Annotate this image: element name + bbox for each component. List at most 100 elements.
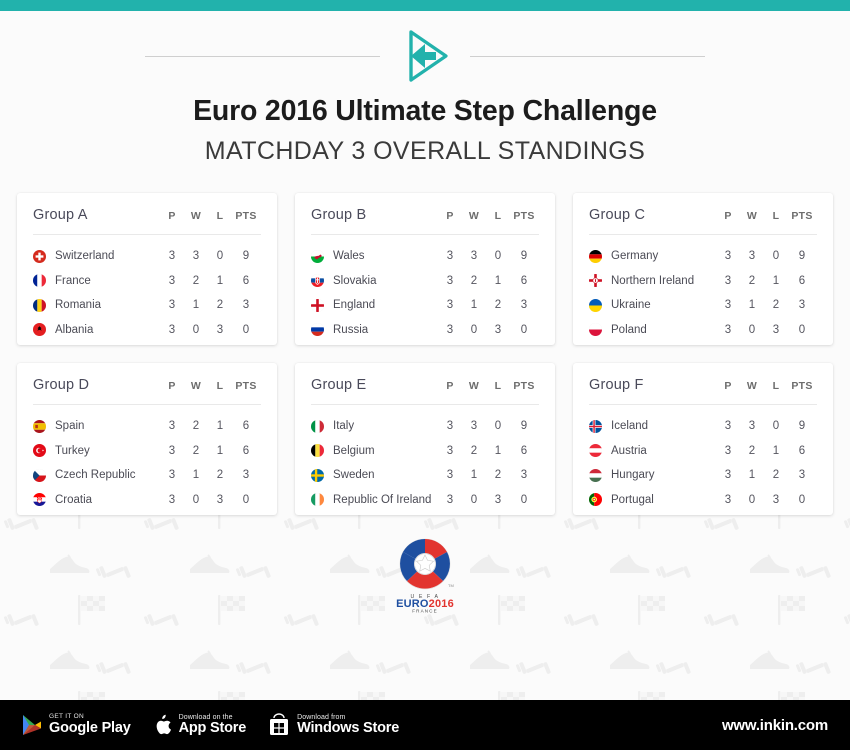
flag-icon-czech-republic [33,468,46,482]
groups-grid: Group A P W L PTS Switzerland 3 3 0 9 France 3 2 1 6 Ro… [17,193,833,515]
google-play-icon [23,715,41,735]
stat-lost: 2 [494,299,502,312]
team-name: Turkey [55,444,90,457]
group-rows: Iceland 3 3 0 9 Austria 3 2 1 6 Hungary 3 1 2 3 Portuga… [589,405,817,512]
euro-logo-country: FRANCE [412,609,438,614]
apple-icon [156,714,171,734]
group-title: Group A [33,207,88,223]
stat-points: 6 [520,444,528,457]
table-row: Switzerland 3 3 0 9 [33,244,261,269]
team-name: Belgium [333,444,375,457]
column-header-w: W [746,210,758,222]
flag-icon-turkey [33,444,46,458]
stat-lost: 3 [772,493,780,506]
windows-store-badge[interactable]: Download from Windows Store [268,713,399,737]
group-card: Group B P W L PTS Wales 3 3 0 9 Slovakia 3 2 1 6 Englan… [295,193,555,345]
stat-won: 2 [470,444,478,457]
stat-won: 3 [470,250,478,263]
google-play-badge[interactable]: GET IT ON Google Play [22,713,131,736]
group-card: Group C P W L PTS Germany 3 3 0 9 Northern Ireland… [573,193,833,345]
stat-points: 0 [520,493,528,506]
stat-won: 2 [470,274,478,287]
stat-lost: 0 [494,420,502,433]
table-row: Spain 3 2 1 6 [33,414,261,439]
table-row: Hungary 3 1 2 3 [589,463,817,488]
column-header-pts: PTS [513,210,535,222]
app-store-badges: GET IT ON Google Play Download on the Ap… [0,713,399,737]
stat-lost: 3 [494,323,502,336]
euro-logo-tm: TM [448,583,454,588]
stat-points: 6 [798,274,806,287]
group-title: Group B [311,207,367,223]
uefa-euro-2016-france-logo: TM U E F A EURO2016 FRANCE [396,538,454,614]
group-rows: Wales 3 3 0 9 Slovakia 3 2 1 6 England 3 1 2 3 Russia 3 0… [311,235,539,342]
stat-points: 3 [520,469,528,482]
stat-won: 0 [192,323,200,336]
table-row: Sweden 3 1 2 3 [311,463,539,488]
stat-lost: 1 [494,444,502,457]
group-card: Group A P W L PTS Switzerland 3 3 0 9 France 3 2 1 6 Ro… [17,193,277,345]
website-url[interactable]: www.inkin.com [722,717,850,734]
google-play-big-label: Google Play [49,719,131,736]
column-header-pts: PTS [235,210,257,222]
table-row: Russia 3 0 3 0 [311,318,539,343]
group-card-header: Group D P W L PTS [33,377,261,405]
column-header-pts: PTS [791,210,813,222]
stat-played: 3 [446,274,454,287]
stat-won: 1 [470,299,478,312]
stat-won: 0 [470,323,478,336]
stat-played: 3 [446,299,454,312]
page-subtitle: MATCHDAY 3 OVERALL STANDINGS [204,137,646,165]
team-name: Poland [611,323,647,336]
stat-points: 9 [520,250,528,263]
team-name: Sweden [333,469,375,482]
stat-played: 3 [168,469,176,482]
team-name: France [55,274,91,287]
table-row: Northern Ireland 3 2 1 6 [589,269,817,294]
footer-bar: GET IT ON Google Play Download on the Ap… [0,700,850,750]
stat-won: 0 [748,493,756,506]
stat-lost: 3 [494,493,502,506]
flag-icon-switzerland [33,249,46,263]
flag-icon-wales [311,249,324,263]
stat-lost: 0 [494,250,502,263]
stat-won: 3 [748,420,756,433]
stat-played: 3 [446,420,454,433]
column-header-l: L [494,210,502,222]
flag-icon-france [33,274,46,288]
column-header-p: P [724,380,732,392]
column-header-p: P [168,210,176,222]
stat-points: 6 [242,420,250,433]
stat-lost: 2 [772,299,780,312]
column-header-pts: PTS [513,380,535,392]
stat-lost: 2 [494,469,502,482]
stat-won: 0 [470,493,478,506]
stat-won: 1 [748,469,756,482]
stat-won: 0 [748,323,756,336]
stat-points: 0 [520,323,528,336]
column-header-p: P [168,380,176,392]
team-name: Iceland [611,420,649,433]
stat-played: 3 [724,444,732,457]
flag-icon-italy [311,419,324,433]
group-card-header: Group C P W L PTS [589,207,817,235]
team-name: Portugal [611,493,654,506]
team-name: Croatia [55,493,93,506]
stat-lost: 0 [216,250,224,263]
group-card: Group F P W L PTS Iceland 3 3 0 9 Austria 3 2 1 6 Hunga… [573,363,833,515]
stat-won: 1 [192,469,200,482]
stat-points: 0 [242,323,250,336]
table-row: France 3 2 1 6 [33,269,261,294]
page-title: Euro 2016 Ultimate Step Challenge [193,95,657,127]
app-store-badge[interactable]: Download on the App Store [153,714,246,737]
stat-points: 3 [520,299,528,312]
team-name: Slovakia [333,274,377,287]
team-name: Wales [333,250,365,263]
stat-points: 3 [242,299,250,312]
stat-points: 6 [242,274,250,287]
group-card-header: Group F P W L PTS [589,377,817,405]
stat-won: 3 [192,250,200,263]
stat-won: 2 [192,274,200,287]
euro-logo-wrap: TM U E F A EURO2016 FRANCE [0,537,850,613]
stat-points: 0 [798,323,806,336]
